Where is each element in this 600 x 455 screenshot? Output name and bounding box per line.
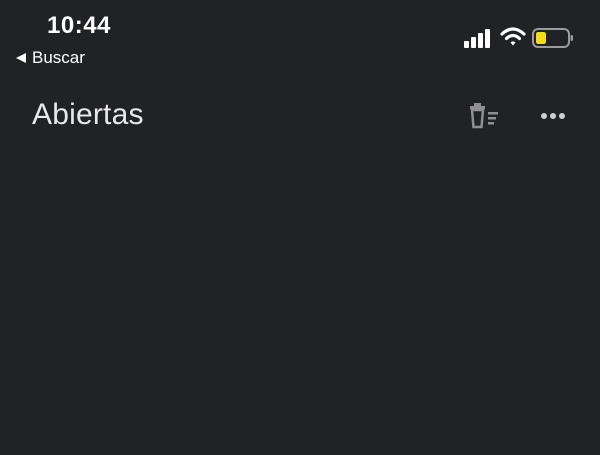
status-bar: 10:44 Buscar (0, 0, 600, 72)
tabs-content-area (0, 150, 600, 455)
more-options-icon (541, 113, 565, 119)
more-options-button[interactable] (536, 104, 570, 128)
wifi-icon (500, 27, 526, 46)
battery-icon (532, 28, 573, 48)
back-label: Buscar (32, 48, 85, 67)
trash-list-icon (470, 103, 498, 129)
page-title: Abiertas (32, 98, 144, 131)
status-time: 10:44 (47, 12, 111, 39)
back-to-search-button[interactable]: Buscar (16, 48, 85, 68)
delete-tabs-button[interactable] (468, 100, 504, 132)
cellular-signal-icon (464, 29, 490, 48)
tabs-header: Abiertas (0, 88, 600, 144)
back-arrow-icon (16, 53, 26, 63)
